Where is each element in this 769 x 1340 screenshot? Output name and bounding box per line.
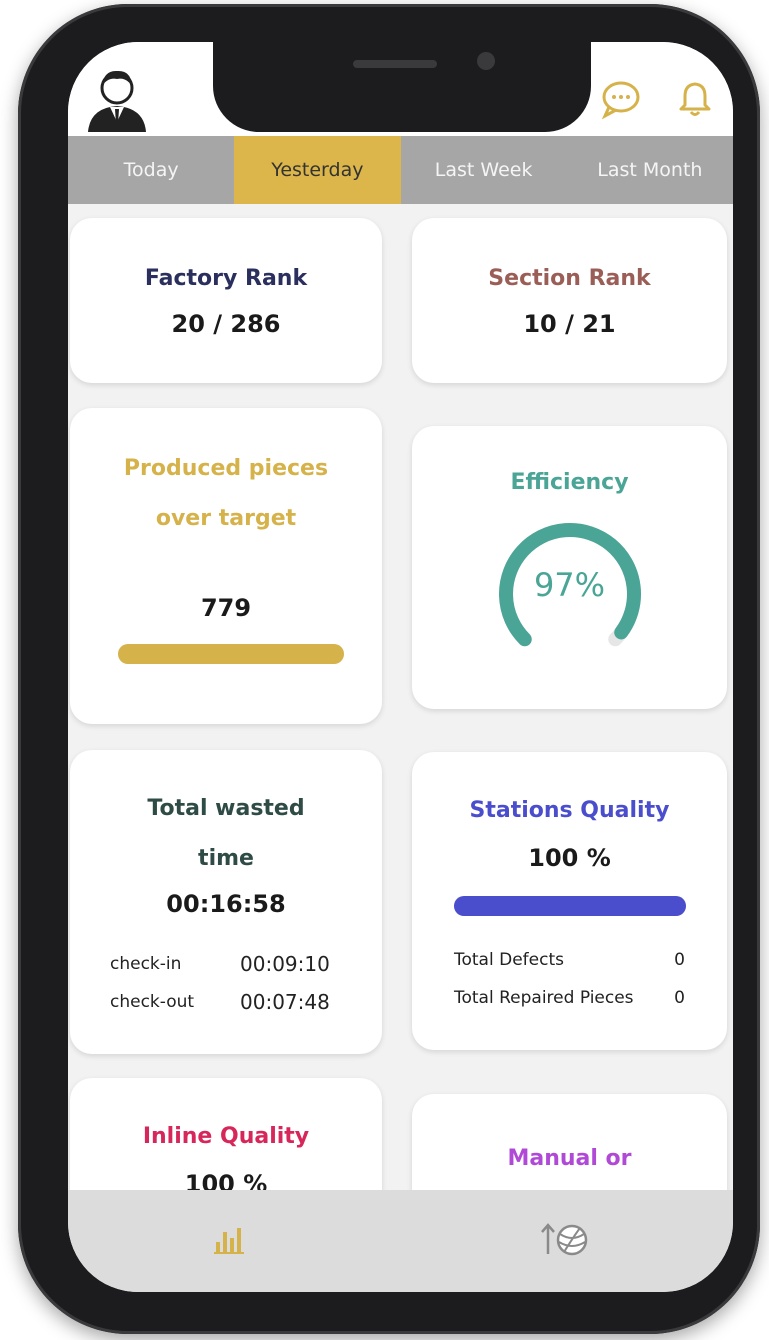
volume-up-button (28, 284, 42, 384)
tab-last-month[interactable]: Last Month (567, 136, 733, 204)
wasted-time-card[interactable]: Total wasted time 00:16:58 check-in 00:0… (70, 750, 382, 1054)
defects-value: 0 (674, 950, 685, 970)
stations-quality-card[interactable]: Stations Quality 100 % Total Defects 0 T… (412, 752, 727, 1050)
efficiency-title: Efficiency (510, 470, 629, 495)
manual-title: Manual or (507, 1146, 632, 1171)
factory-rank-card[interactable]: Factory Rank 20 / 286 (70, 218, 382, 383)
front-camera (477, 52, 495, 70)
produced-pieces-card[interactable]: Produced pieces over target 779 (70, 408, 382, 724)
stations-value: 100 % (528, 844, 611, 872)
tab-yesterday[interactable]: Yesterday (234, 136, 401, 204)
checkout-value: 00:07:48 (240, 990, 330, 1014)
stations-progress-fill (454, 896, 686, 916)
section-rank-title: Section Rank (488, 266, 651, 291)
checkout-label: check-out (110, 992, 195, 1012)
section-rank-value: 10 / 21 (523, 310, 616, 338)
efficiency-card[interactable]: Efficiency 97% (412, 426, 727, 709)
wasted-title-line2: time (198, 846, 254, 871)
chat-bubble-icon[interactable] (600, 78, 642, 120)
section-rank-card[interactable]: Section Rank 10 / 21 (412, 218, 727, 383)
bar-chart-icon[interactable] (198, 1214, 258, 1264)
phone-notch (213, 42, 591, 132)
tab-last-week[interactable]: Last Week (401, 136, 567, 204)
wasted-title-line1: Total wasted (147, 796, 305, 821)
produced-value: 779 (200, 594, 252, 622)
tab-today[interactable]: Today (68, 136, 234, 204)
produced-progress-fill (118, 644, 344, 664)
checkin-label: check-in (110, 954, 182, 974)
produced-title-line1: Produced pieces (123, 456, 329, 481)
checkin-value: 00:09:10 (240, 952, 330, 976)
repaired-label: Total Repaired Pieces (454, 988, 634, 1008)
bell-icon[interactable] (674, 78, 716, 120)
app-screen: Dashboard Today Yesterday Last Week Last… (68, 42, 733, 1292)
factory-rank-value: 20 / 286 (171, 310, 281, 338)
date-range-tabs: Today Yesterday Last Week Last Month (68, 136, 733, 204)
wasted-value: 00:16:58 (166, 890, 286, 918)
defects-label: Total Defects (454, 950, 564, 970)
produced-progress-bar (118, 644, 344, 664)
repaired-value: 0 (674, 988, 685, 1008)
volume-down-button (28, 404, 42, 504)
produced-title-line2: over target (155, 506, 297, 531)
stations-title: Stations Quality (469, 798, 670, 823)
efficiency-value: 97% (533, 566, 606, 604)
stations-progress-bar (454, 896, 686, 916)
speaker-grille (353, 60, 437, 68)
bottom-nav (68, 1190, 733, 1292)
upload-yarn-icon[interactable] (536, 1214, 596, 1264)
factory-rank-title: Factory Rank (144, 266, 308, 291)
mute-switch (28, 184, 42, 244)
inline-title: Inline Quality (142, 1124, 310, 1149)
